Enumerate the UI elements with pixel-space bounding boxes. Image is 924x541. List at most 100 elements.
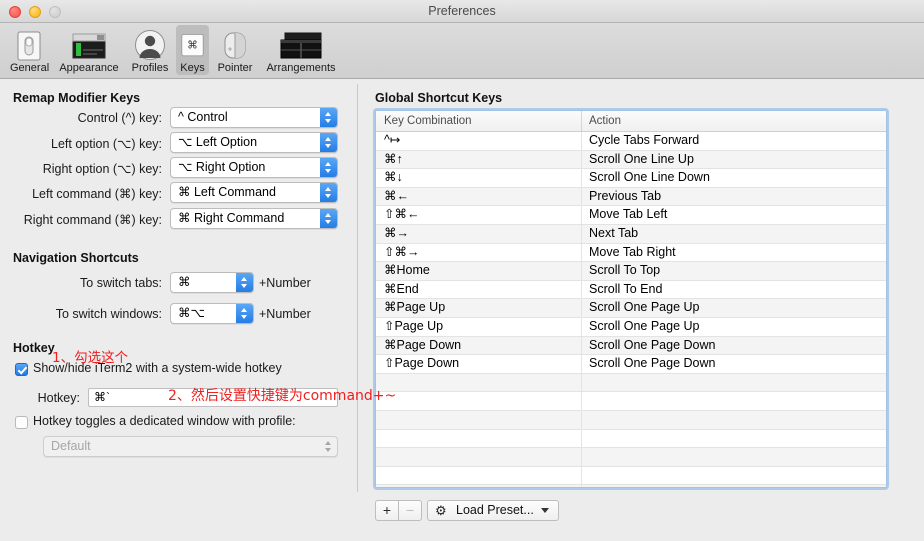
table-row[interactable]: ⌘End Scroll To End bbox=[376, 280, 886, 300]
cell-action: Scroll One Page Up bbox=[589, 318, 700, 333]
label-switch-windows: To switch windows: bbox=[55, 307, 162, 321]
popup-dedicated-profile[interactable]: Default bbox=[43, 436, 338, 457]
table-row[interactable] bbox=[376, 448, 886, 467]
annotation-step-2: 2、然后设置快捷键为command+~ bbox=[168, 388, 397, 404]
popup-dedicated-profile-value: Default bbox=[51, 439, 91, 453]
preferences-toolbar: General Appearance Profiles ⌘ Keys Point… bbox=[0, 23, 924, 79]
hotkey-input-value: ⌘` bbox=[94, 390, 110, 404]
remove-shortcut-button[interactable]: − bbox=[398, 500, 422, 521]
cell-divider bbox=[581, 410, 582, 429]
label-dedicated-window: Hotkey toggles a dedicated window with p… bbox=[33, 414, 296, 428]
preferences-window: Preferences General Appearance Profiles … bbox=[0, 0, 924, 541]
toolbar-label-arrangements: Arrangements bbox=[266, 62, 336, 74]
toolbar-item-arrangements[interactable]: Arrangements bbox=[259, 25, 343, 75]
toolbar-label-general: General bbox=[10, 62, 50, 74]
cell-key-combination: ⇧Page Up bbox=[384, 318, 444, 333]
column-divider[interactable] bbox=[581, 111, 582, 131]
popup-switch-tabs[interactable]: ⌘ bbox=[170, 272, 254, 293]
cell-divider bbox=[581, 243, 582, 262]
toolbar-item-general[interactable]: General bbox=[6, 25, 51, 75]
checkbox-show-hide-hotkey[interactable] bbox=[15, 363, 28, 376]
popup-right-option-key[interactable]: ⌥ Right Option bbox=[170, 157, 338, 178]
cell-key-combination: ^↦ bbox=[384, 133, 401, 147]
chevron-updown-icon[interactable] bbox=[320, 158, 337, 177]
cell-divider bbox=[581, 466, 582, 485]
table-row[interactable] bbox=[376, 392, 886, 411]
cell-divider bbox=[581, 373, 582, 392]
checkbox-dedicated-window[interactable] bbox=[15, 416, 28, 429]
cell-action: Move Tab Right bbox=[589, 244, 676, 259]
general-icon bbox=[10, 27, 47, 61]
popup-right-option-key-value: ⌥ Right Option bbox=[178, 160, 266, 174]
table-row[interactable] bbox=[376, 429, 886, 449]
chevron-updown-icon[interactable] bbox=[320, 183, 337, 202]
table-body: ^↦ Cycle Tabs Forward ⌘↑ Scroll One Line Up… bbox=[376, 132, 886, 487]
hotkey-section-heading: Hotkey bbox=[13, 341, 55, 355]
table-row[interactable]: ⌘Page Up Scroll One Page Up bbox=[376, 299, 886, 318]
popup-right-command-key-value: ⌘ Right Command bbox=[178, 211, 285, 225]
table-row[interactable]: ⌘↓ Scroll One Line Down bbox=[376, 169, 886, 188]
chevron-updown-icon[interactable] bbox=[320, 437, 337, 456]
popup-switch-windows-value: ⌘⌥ bbox=[178, 306, 205, 320]
cell-divider bbox=[581, 448, 582, 466]
table-row[interactable]: ⌘← Previous Tab bbox=[376, 187, 886, 207]
cell-divider bbox=[581, 355, 582, 373]
chevron-updown-icon[interactable] bbox=[236, 273, 253, 292]
column-header-key-combination[interactable]: Key Combination bbox=[384, 111, 472, 131]
cell-divider bbox=[581, 336, 582, 355]
table-row[interactable] bbox=[376, 466, 886, 486]
load-preset-dropdown[interactable]: ⚙ Load Preset... bbox=[427, 500, 559, 521]
table-row[interactable]: ⇧Page Down Scroll One Page Down bbox=[376, 355, 886, 374]
popup-switch-windows[interactable]: ⌘⌥ bbox=[170, 303, 254, 324]
cell-key-combination: ⌘← bbox=[384, 188, 409, 203]
popup-left-command-key-value: ⌘ Left Command bbox=[178, 185, 276, 199]
chevron-updown-icon[interactable] bbox=[320, 133, 337, 152]
popup-right-command-key[interactable]: ⌘ Right Command bbox=[170, 208, 338, 229]
table-row[interactable]: ⌘Page Down Scroll One Page Down bbox=[376, 336, 886, 356]
table-row[interactable]: ⌘→ Next Tab bbox=[376, 224, 886, 244]
cell-action: Move Tab Left bbox=[589, 207, 668, 222]
toolbar-item-keys[interactable]: ⌘ Keys bbox=[176, 25, 209, 75]
cell-action: Scroll To Top bbox=[589, 263, 661, 278]
table-row[interactable] bbox=[376, 373, 886, 393]
label-left-option-key: Left option (⌥) key: bbox=[51, 137, 162, 151]
toolbar-label-profiles: Profiles bbox=[131, 62, 169, 74]
toolbar-item-appearance[interactable]: Appearance bbox=[55, 25, 123, 75]
table-row[interactable] bbox=[376, 485, 886, 487]
table-row[interactable]: ⇧Page Up Scroll One Page Up bbox=[376, 317, 886, 337]
cell-divider bbox=[581, 187, 582, 206]
column-header-action[interactable]: Action bbox=[589, 111, 621, 131]
popup-control-key[interactable]: ^ Control bbox=[170, 107, 338, 128]
global-shortcuts-table[interactable]: Key Combination Action ^↦ Cycle Tabs Forw… bbox=[375, 110, 887, 488]
add-shortcut-button[interactable]: + bbox=[375, 500, 399, 521]
cell-action: Next Tab bbox=[589, 225, 639, 240]
cell-action: Scroll To End bbox=[589, 281, 663, 296]
toolbar-item-pointer[interactable]: Pointer bbox=[211, 25, 259, 75]
pointer-icon bbox=[215, 27, 255, 61]
toolbar-item-profiles[interactable]: Profiles bbox=[125, 25, 175, 75]
keys-icon: ⌘ bbox=[180, 27, 205, 61]
popup-switch-tabs-value: ⌘ bbox=[178, 275, 191, 289]
appearance-icon bbox=[59, 27, 119, 61]
left-settings-pane: Remap Modifier Keys Control (^) key: ^ C… bbox=[0, 80, 357, 541]
table-row[interactable]: ⌘↑ Scroll One Line Up bbox=[376, 150, 886, 170]
cell-divider bbox=[581, 150, 582, 169]
popup-left-option-key[interactable]: ⌥ Left Option bbox=[170, 132, 338, 153]
table-row[interactable]: ⇧⌘→ Move Tab Right bbox=[376, 243, 886, 263]
table-row[interactable] bbox=[376, 410, 886, 430]
load-preset-label: Load Preset... bbox=[456, 503, 534, 517]
chevron-down-icon[interactable] bbox=[541, 508, 549, 513]
table-row[interactable]: ^↦ Cycle Tabs Forward bbox=[376, 132, 886, 151]
chevron-updown-icon[interactable] bbox=[320, 209, 337, 228]
chevron-updown-icon[interactable] bbox=[236, 304, 253, 323]
table-row[interactable]: ⇧⌘← Move Tab Left bbox=[376, 206, 886, 225]
popup-left-command-key[interactable]: ⌘ Left Command bbox=[170, 182, 338, 203]
label-right-option-key: Right option (⌥) key: bbox=[42, 162, 162, 176]
table-row[interactable]: ⌘Home Scroll To Top bbox=[376, 262, 886, 281]
suffix-switch-windows: +Number bbox=[259, 307, 311, 321]
chevron-updown-icon[interactable] bbox=[320, 108, 337, 127]
cell-action: Scroll One Page Down bbox=[589, 337, 716, 352]
label-switch-tabs: To switch tabs: bbox=[80, 276, 162, 290]
gear-icon: ⚙ bbox=[435, 503, 447, 518]
cell-divider bbox=[581, 132, 582, 150]
